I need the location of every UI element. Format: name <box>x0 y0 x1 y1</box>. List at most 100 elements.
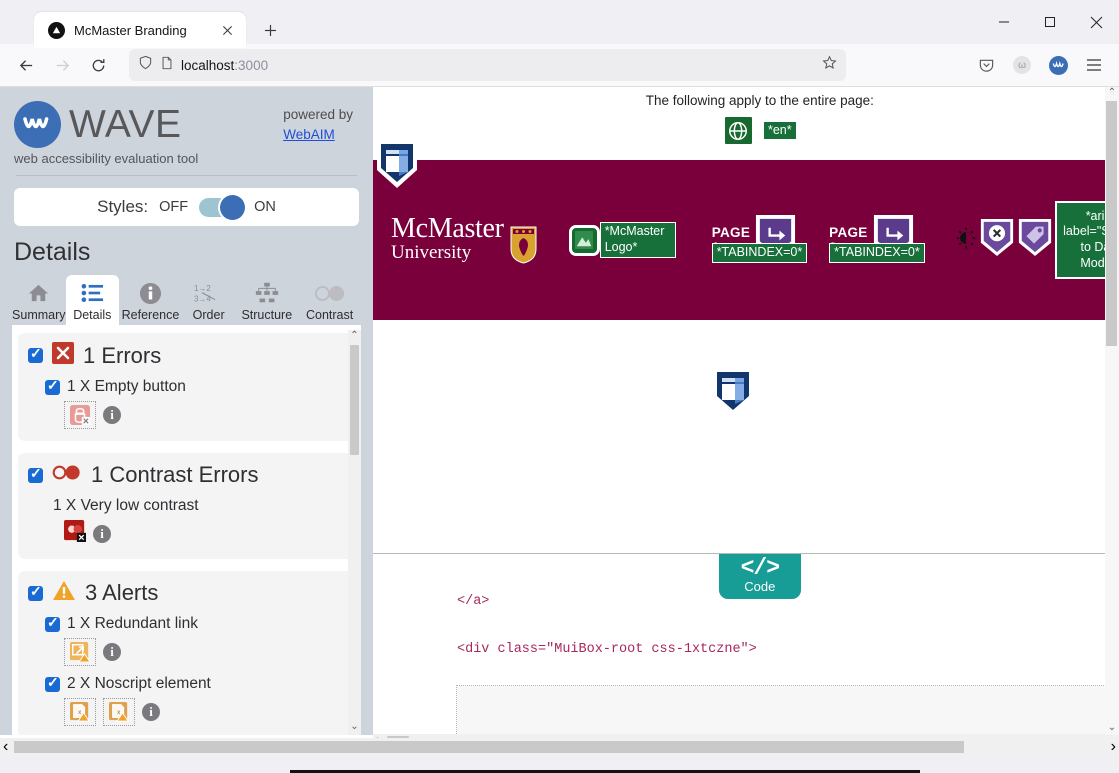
styles-off-label: OFF <box>159 199 189 216</box>
code-panel: </> Code </a> <div class="MuiBox-root cs… <box>373 554 1119 734</box>
item-redundant-link-checkbox[interactable] <box>45 614 60 632</box>
code-chip-label: Code <box>744 579 776 594</box>
empty-button-alert-icon[interactable] <box>979 217 1015 263</box>
item-noscript-checkbox[interactable] <box>45 674 60 692</box>
noscript-element-icon-header[interactable] <box>375 138 419 195</box>
page-content: WAVE powered by WebAIM web accessibility… <box>0 87 1119 773</box>
group-contrast-checkbox[interactable] <box>28 465 43 483</box>
code-highlight-block: aria <button class="MuiButtonBase <box>456 685 1119 734</box>
page-horizontal-scrollbar[interactable]: ‹ › <box>0 738 1119 755</box>
home-icon <box>27 280 50 306</box>
forward-button[interactable] <box>45 49 79 81</box>
group-errors-checkbox[interactable] <box>28 345 43 364</box>
sidebar-scrollbar-thumb[interactable] <box>350 345 359 455</box>
aria-label-icon[interactable] <box>1017 217 1053 263</box>
tab-summary-label: Summary <box>12 308 66 323</box>
reload-button[interactable] <box>81 49 115 81</box>
nav-page-1[interactable]: PAGE 1 *TABINDEX=0* <box>711 213 808 267</box>
item-empty-button-checkbox[interactable] <box>45 377 60 395</box>
page-level-icons: *en* <box>373 115 1119 146</box>
empty-button-error-icon-slot[interactable] <box>64 401 96 430</box>
order-icon: 1→2 3→4 <box>194 280 224 306</box>
powered-by: powered by WebAIM <box>283 105 359 144</box>
group-errors: 1 Errors 1 X Empty button <box>18 333 355 442</box>
pocket-icon[interactable] <box>970 49 1002 81</box>
scroll-up-arrow[interactable]: ⌃ <box>350 330 358 342</box>
nav-page-2-tabindex-tag: *TABINDEX=0* <box>829 243 925 263</box>
new-tab-button[interactable] <box>254 14 286 46</box>
empty-button-info-icon[interactable]: i <box>103 406 121 425</box>
sidebar-scrollbar[interactable]: ⌃ ⌄ <box>348 330 361 735</box>
noscript-icon-slot-2[interactable]: x <box>103 698 135 727</box>
page-hscroll-left-arrow[interactable]: ‹ <box>3 738 8 756</box>
wave-tabs: Summary Details Reference 1→2 3→4 Order … <box>12 275 361 326</box>
tab-summary[interactable]: Summary <box>12 275 66 325</box>
styles-toggle-box: Styles: OFF ON <box>14 188 359 227</box>
page-hscroll-right-arrow[interactable]: › <box>1111 738 1116 756</box>
redundant-link-icon-slot[interactable] <box>64 638 96 667</box>
hamburger-menu-icon[interactable] <box>1078 49 1110 81</box>
code-chip-glyph: </> <box>740 555 780 581</box>
url-text: localhost:3000 <box>181 57 269 73</box>
tab-title: McMaster Branding <box>74 22 187 38</box>
noscript-element-icon-body[interactable] <box>711 366 755 423</box>
wave-logo-icon <box>14 101 61 148</box>
language-globe-icon[interactable] <box>722 115 754 146</box>
page-vertical-scrollbar[interactable]: ⌃ ⌄ <box>1105 87 1119 735</box>
page-scroll-down-arrow[interactable]: ⌄ <box>1105 722 1119 733</box>
page-vscroll-thumb[interactable] <box>1106 101 1117 346</box>
tab-details[interactable]: Details <box>65 275 120 326</box>
item-very-low-contrast-label: 1 X Very low contrast <box>53 497 199 515</box>
nav-page-2[interactable]: PAGE 2 *TABINDEX=0* <box>829 213 925 267</box>
tab-reference[interactable]: Reference <box>119 275 182 325</box>
noscript-icon-slot-1[interactable]: x <box>64 698 96 727</box>
browser-navbar: localhost:3000 ω <box>0 44 1119 87</box>
desktop-edge <box>0 755 1119 773</box>
very-low-contrast-icon[interactable] <box>64 520 86 547</box>
page-info-icon[interactable] <box>160 56 174 75</box>
tab-details-label: Details <box>73 308 112 323</box>
close-window-button[interactable] <box>1073 0 1119 44</box>
styles-toggle[interactable] <box>199 194 246 220</box>
redundant-link-info-icon[interactable]: i <box>103 643 121 662</box>
group-contrast-errors: 1 Contrast Errors 1 X Very low contrast <box>18 453 355 560</box>
powered-by-label: powered by <box>283 106 353 122</box>
page-scroll-up-arrow[interactable]: ⌃ <box>1105 87 1119 98</box>
tab-order[interactable]: 1→2 3→4 Order <box>182 275 236 325</box>
group-alerts-checkbox[interactable] <box>28 583 43 601</box>
wave-header: WAVE powered by WebAIM web accessibility… <box>0 87 373 176</box>
tab-structure[interactable]: Structure <box>235 275 298 325</box>
wave-subtitle: web accessibility evaluation tool <box>14 151 199 166</box>
tab-close-icon[interactable] <box>216 19 238 41</box>
scroll-down-arrow[interactable]: ⌄ <box>350 721 358 733</box>
code-line-1: <div class="MuiBox-root css-1xtczne"> <box>457 642 757 657</box>
star-icon[interactable] <box>822 55 837 75</box>
minimize-button[interactable] <box>981 0 1027 44</box>
noscript-info-icon[interactable]: i <box>142 703 160 722</box>
extension-icon[interactable]: ω <box>1006 49 1038 81</box>
lang-tag: *en* <box>762 120 797 141</box>
browser-window: McMaster Branding localhost:3000 ω WAVE … <box>0 0 1119 773</box>
tab-reference-label: Reference <box>121 308 180 323</box>
image-alt-icon[interactable] <box>568 224 600 256</box>
structure-icon <box>254 280 280 306</box>
dark-mode-toggle-icon[interactable] <box>955 226 977 255</box>
webaim-link[interactable]: WebAIM <box>283 125 353 145</box>
header-divider <box>16 175 357 176</box>
page-level-note: The following apply to the entire page: <box>645 93 874 108</box>
url-bar[interactable]: localhost:3000 <box>129 49 846 81</box>
back-button[interactable] <box>9 49 43 81</box>
tab-order-label: Order <box>192 308 225 323</box>
very-low-contrast-info-icon[interactable]: i <box>93 524 111 543</box>
tab-contrast[interactable]: Contrast <box>298 275 361 325</box>
browser-tab[interactable]: McMaster Branding <box>34 12 246 48</box>
wave-wordmark: WAVE <box>69 102 182 146</box>
code-chip[interactable]: </> Code <box>718 554 801 599</box>
shield-icon[interactable] <box>138 55 153 75</box>
wave-sidebar: WAVE powered by WebAIM web accessibility… <box>0 87 373 735</box>
mcmaster-logo[interactable]: McMaster University <box>391 215 537 264</box>
maximize-button[interactable] <box>1027 0 1073 44</box>
wave-extension-icon[interactable] <box>1042 49 1074 81</box>
page-hscroll-thumb[interactable] <box>14 740 964 753</box>
page-viewport: The following apply to the entire page: … <box>373 87 1119 747</box>
